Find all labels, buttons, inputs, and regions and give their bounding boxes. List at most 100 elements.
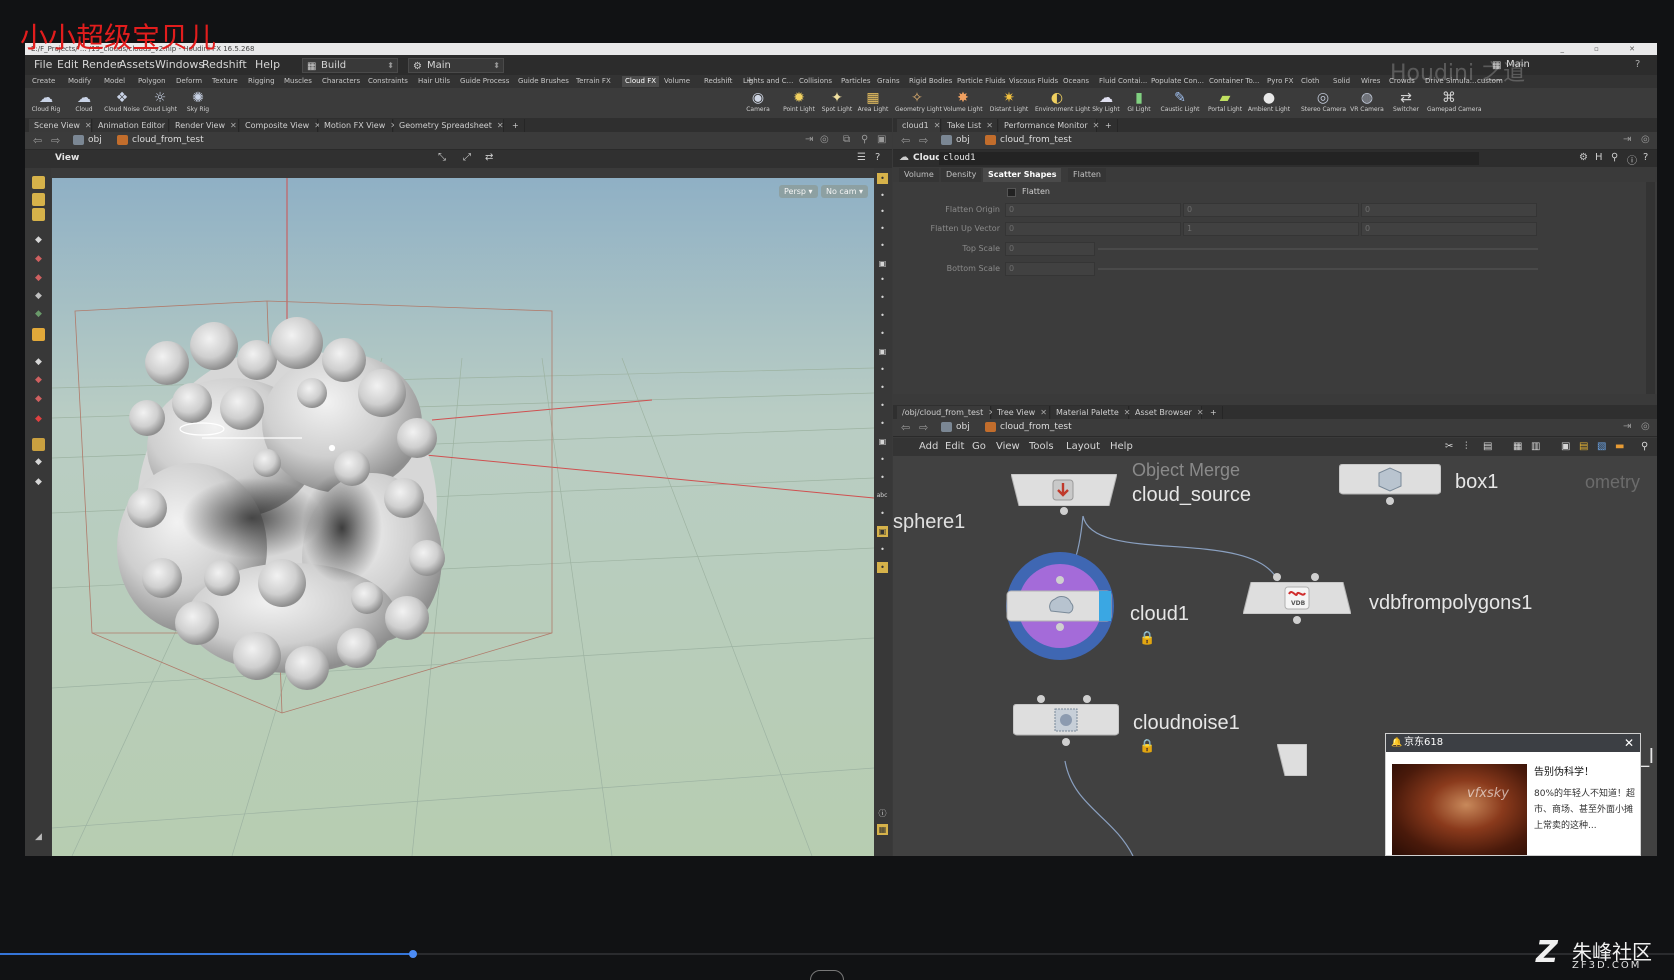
scene-icon[interactable]: • <box>877 418 888 429</box>
path-root[interactable]: obj <box>941 134 970 147</box>
magnet-icon[interactable]: ◆ <box>32 413 45 426</box>
path-node[interactable]: cloud_from_test <box>985 421 1072 434</box>
pane-tab-composite-view[interactable]: Composite View ✕ <box>240 119 321 132</box>
shelf-tool-camera[interactable]: ◉ Camera <box>736 88 780 118</box>
snap-grid-icon[interactable]: ◆ <box>32 374 45 387</box>
menu-file[interactable]: File <box>34 55 52 75</box>
pane-tab-material-palette[interactable]: Material Palette ✕ <box>1051 406 1130 419</box>
image-icon[interactable]: • <box>877 508 888 519</box>
input-connector[interactable] <box>1083 695 1091 703</box>
node-cloud-source[interactable] <box>1010 473 1118 515</box>
box-icon[interactable]: ▬ <box>1615 438 1624 456</box>
shelf-tool-vr-camera[interactable]: ◍ VR Camera <box>1345 88 1389 118</box>
lighting-icon[interactable]: ◆ <box>32 476 45 489</box>
top-scale-slider[interactable] <box>1098 248 1538 250</box>
back-icon[interactable]: ⇦ <box>33 134 42 147</box>
shelf-tab-viscous-fluids[interactable]: Viscous Fluids <box>1009 76 1058 87</box>
shelf-tab-guide-process[interactable]: Guide Process <box>460 76 509 87</box>
select-points-icon[interactable] <box>32 176 45 189</box>
pane-tab-tree-view[interactable]: Tree View ✕ <box>992 406 1050 419</box>
net-menu-tools[interactable]: Tools <box>1029 438 1054 456</box>
grid-layout-icon[interactable]: ▦ <box>877 824 888 835</box>
lock-icon[interactable]: • <box>877 206 888 217</box>
path-node[interactable]: cloud_from_test <box>117 134 204 147</box>
net-menu-go[interactable]: Go <box>972 438 986 456</box>
main-selector[interactable]: ⚙ Main ⬍ <box>408 58 504 73</box>
node-vdbfrompolygons1[interactable]: VDB <box>1242 573 1352 624</box>
flatten-origin-y[interactable]: 0 <box>1183 203 1359 217</box>
pin-icon[interactable]: ⇥ <box>805 134 813 145</box>
shelf-tool-caustic-light[interactable]: ✎ Caustic Light <box>1158 88 1202 118</box>
shelf-tool-gi-light[interactable]: ▮ GI Light <box>1117 88 1161 118</box>
wire-icon[interactable]: • <box>877 292 888 303</box>
link-icon[interactable]: ◎ <box>1641 421 1650 432</box>
path-root[interactable]: obj <box>941 421 970 434</box>
note-icon[interactable]: ▤ <box>1483 438 1492 456</box>
pane-tab-scene-view[interactable]: Scene View ✕ <box>29 119 92 132</box>
param-tab-scatter-shapes[interactable]: Scatter Shapes <box>983 168 1062 182</box>
display-options-icon[interactable]: ☰ <box>857 152 866 163</box>
shelf-tab-create[interactable]: Create <box>32 76 55 87</box>
node-box1[interactable] <box>1338 463 1442 505</box>
shelf-tab-rigid-bodies[interactable]: Rigid Bodies <box>909 76 952 87</box>
shelf-tool-cloud-noise[interactable]: ❖ Cloud Noise <box>103 88 141 118</box>
close-tab-icon[interactable]: ✕ <box>497 121 504 130</box>
net-menu-view[interactable]: View <box>996 438 1020 456</box>
select-edges-icon[interactable] <box>32 193 45 206</box>
shelf-tool-switcher[interactable]: ⇄ Switcher <box>1384 88 1428 118</box>
select-prims-icon[interactable] <box>32 208 45 221</box>
guide-icon[interactable]: ▣ <box>877 526 888 537</box>
shelf-tab-lights-and-c-[interactable]: Lights and C... <box>743 76 793 87</box>
stamp-icon[interactable]: • <box>877 544 888 555</box>
pane-tab-render-view[interactable]: Render View ✕ <box>170 119 239 132</box>
shelf-tab-redshift[interactable]: Redshift <box>704 76 732 87</box>
search-icon[interactable]: ⚲ <box>1611 152 1618 163</box>
camera-button[interactable]: No cam ▾ <box>821 185 869 198</box>
flatten-up-x[interactable]: 0 <box>1005 222 1181 236</box>
lock-icon[interactable]: 🔒 <box>1139 631 1155 646</box>
close-tab-icon[interactable]: ✕ <box>934 121 941 130</box>
pane-tab-obj-cloud-from-test[interactable]: /obj/cloud_from_test✕ <box>897 406 995 419</box>
flatten-origin-z[interactable]: 0 <box>1361 203 1537 217</box>
view-icon[interactable]: ◆ <box>32 356 45 369</box>
top-scale-field[interactable]: 0 <box>1005 242 1095 256</box>
pane-tab-animation-editor[interactable]: Animation Editor✕ <box>93 119 177 132</box>
shelf-tab-particle-fluids[interactable]: Particle Fluids <box>957 76 1006 87</box>
layout-icon[interactable]: ▥ <box>1531 438 1540 456</box>
menu-render[interactable]: Render <box>82 55 121 75</box>
menu-redshift[interactable]: Redshift <box>202 55 247 75</box>
grid-icon[interactable]: ▣ <box>877 436 888 447</box>
shelf-tool-cloud-light[interactable]: ☼ Cloud Light <box>141 88 179 118</box>
notification-popup[interactable]: 🔔 京东618 ✕ vfxsky 告别伪科学！ 80%的年轻人不知道！超市、商场… <box>1385 733 1641 856</box>
shelf-tool-geometry-light[interactable]: ✧ Geometry Light <box>895 88 942 118</box>
pane-tab-take-list[interactable]: Take List ✕ <box>942 119 998 132</box>
flatten-origin-x[interactable]: 0 <box>1005 203 1181 217</box>
output-connector[interactable] <box>1060 507 1068 515</box>
shelf-tab-terrain-fx[interactable]: Terrain FX <box>576 76 611 87</box>
popup-image[interactable]: vfxsky <box>1392 764 1527 855</box>
close-tab-icon[interactable]: ✕ <box>1040 408 1047 417</box>
bottom-scale-field[interactable]: 0 <box>1005 262 1095 276</box>
shelf-tool-gamepad-camera[interactable]: ⌘ Gamepad Camera <box>1427 88 1482 118</box>
node-cloudnoise1[interactable] <box>1012 695 1120 746</box>
param-tab-density[interactable]: Density <box>941 168 982 182</box>
viewport-settings-icon[interactable]: ◢ <box>32 831 45 844</box>
help-icon[interactable]: ? <box>875 152 880 163</box>
cam-icon[interactable]: • <box>877 223 888 234</box>
geo-icon[interactable] <box>32 438 45 451</box>
shelf-tab-characters[interactable]: Characters <box>322 76 360 87</box>
shelf-tab-wires[interactable]: Wires <box>1361 76 1380 87</box>
pane-tab-geometry-spreadsheet[interactable]: Geometry Spreadsheet ✕ <box>394 119 504 132</box>
add-tab-icon[interactable]: + <box>507 119 525 132</box>
shelf-tab-populate-con-[interactable]: Populate Con... <box>1151 76 1204 87</box>
sticky-note-icon[interactable]: ▤ <box>1579 438 1588 456</box>
vector-icon[interactable]: ▣ <box>877 346 888 357</box>
edge-icon[interactable]: • <box>877 382 888 393</box>
menu-windows[interactable]: Windows <box>155 55 204 75</box>
shelf-tab-polygon[interactable]: Polygon <box>138 76 166 87</box>
select-tool-icon[interactable]: ⤡ <box>438 152 446 163</box>
shelf-tab-cloud-fx[interactable]: Cloud FX <box>622 76 660 87</box>
link-icon[interactable]: ◎ <box>1641 134 1650 145</box>
abc-icon[interactable]: abc <box>875 490 889 501</box>
shelf-tab-cloth[interactable]: Cloth <box>1301 76 1319 87</box>
